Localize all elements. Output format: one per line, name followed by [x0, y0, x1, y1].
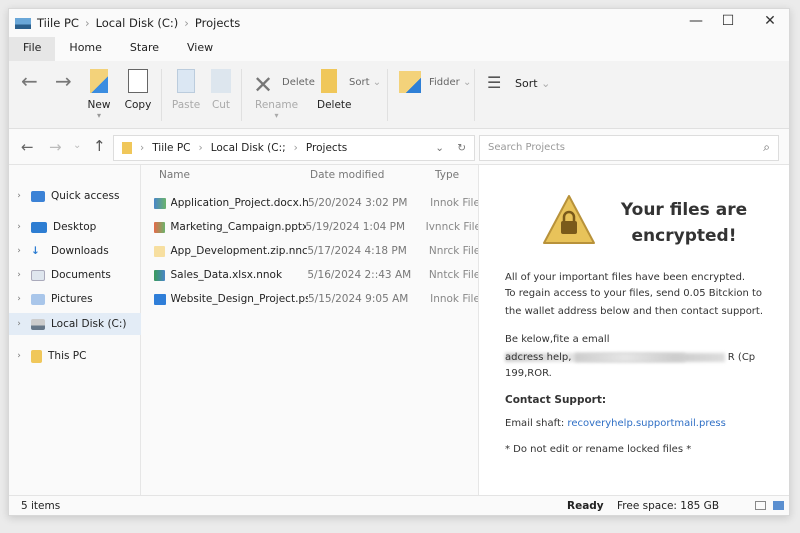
sidebar-item-local-disk[interactable]: › Local Disk (C:): [9, 313, 141, 335]
ransom-title: Your files are encrypted!: [620, 200, 748, 246]
status-ready: Ready: [567, 500, 604, 512]
clipboard-icon: [128, 69, 148, 93]
search-icon: ⌕: [763, 140, 770, 154]
file-row[interactable]: Application_Project.docx.hnols5/20/2024 …: [154, 193, 478, 213]
cut-button[interactable]: Cut: [207, 69, 235, 111]
copy-label: Copy: [124, 99, 152, 111]
zip-file-icon: [154, 245, 166, 257]
title-crumb: Projects: [194, 16, 241, 30]
ribbon: ← → New ▾ Copy Paste Cut ✕ Delete Rename ▾…: [9, 61, 789, 129]
sidebar-item-pictures[interactable]: › Pictures: [9, 288, 141, 310]
address-path[interactable]: › Tiile PC › Local Disk (C:; › Projects ⌄ ↻: [113, 135, 475, 161]
file-row[interactable]: Website_Design_Project.psd: 5/15/2024 9:0…: [154, 289, 478, 309]
column-header-name[interactable]: Name: [159, 169, 190, 181]
delete-small-button[interactable]: Delete: [282, 77, 315, 88]
tab-file[interactable]: File: [9, 37, 56, 61]
file-row[interactable]: Sales_Data.xlsx.nnok 5/16/2024 2::43 AM Nn…: [154, 265, 478, 285]
folder-icon: [122, 142, 132, 154]
drive-icon: [31, 318, 45, 330]
file-row[interactable]: App_Development.zip.nncs 5/17/2024 4:18 P…: [154, 241, 478, 261]
copy-button[interactable]: Copy: [123, 69, 153, 111]
maximize-button[interactable]: ☐: [713, 13, 743, 33]
file-explorer-window: Tiile PC › Local Disk (C:) › Projects — ☐ …: [8, 8, 790, 516]
search-input[interactable]: Search Projects ⌕: [479, 135, 779, 161]
folder-button[interactable]: Fidder ⌄: [429, 77, 471, 88]
documents-icon: [31, 269, 45, 281]
sidebar-item-downloads[interactable]: › ↓ Downloads: [9, 240, 141, 262]
column-header-type[interactable]: Type: [435, 169, 459, 181]
drive-icon: [15, 17, 31, 29]
ransom-note: * Do not edit or rename locked files *: [505, 444, 692, 455]
title-crumb: Tiile PC: [37, 16, 79, 30]
sidebar-item-desktop[interactable]: › Desktop: [9, 216, 141, 238]
wallet-paragraph: 199,ROR.: [505, 368, 552, 379]
presentation-file-icon: [154, 221, 166, 233]
refresh-icon[interactable]: ↻: [457, 142, 466, 154]
new-button[interactable]: New ▾: [85, 69, 113, 120]
folder-icon: [321, 69, 337, 93]
minimize-button[interactable]: —: [681, 13, 711, 33]
pc-icon: [31, 349, 42, 363]
ransom-text: To regain access to your files, send 0.0…: [505, 288, 763, 299]
sort-small-button[interactable]: Sort ⌄: [349, 77, 381, 88]
pictures-icon: [31, 293, 45, 305]
up-arrow-icon[interactable]: ↑: [93, 137, 106, 155]
desktop-icon: [31, 221, 47, 233]
address-bar-row: ← → ⌄ ↑ › Tiile PC › Local Disk (C:; › Proj…: [9, 131, 789, 165]
paste-button[interactable]: Paste: [171, 69, 201, 111]
path-crumb[interactable]: Projects: [306, 142, 347, 154]
email-link[interactable]: recoveryhelp.supportmail.press: [567, 418, 725, 429]
file-row[interactable]: Marketing_Campaign.pptx 5/19/2024 1:04 PM…: [154, 217, 478, 237]
download-icon: ↓: [31, 245, 40, 257]
forward-icon[interactable]: →: [49, 138, 62, 156]
sidebar-item-quick-access[interactable]: › Quick access: [9, 185, 141, 207]
path-crumb[interactable]: Local Disk (C:;: [211, 142, 286, 154]
cut-icon: [211, 69, 231, 93]
paste-icon: [177, 69, 195, 93]
sort-button[interactable]: Sort ⌄: [515, 77, 550, 90]
sort-lines-icon: ☰: [487, 73, 502, 92]
tab-view[interactable]: View: [173, 37, 227, 61]
delete-button[interactable]: Delete: [317, 99, 352, 111]
title-crumb: Local Disk (C:): [95, 16, 179, 30]
ribbon-tabs: File Home Stare View: [9, 37, 227, 61]
path-crumb[interactable]: Tiile PC: [152, 142, 190, 154]
column-header-date[interactable]: Date modified: [310, 169, 384, 181]
details-view-icon[interactable]: [755, 501, 766, 510]
back-arrow-icon[interactable]: ←: [21, 69, 38, 93]
title-bar: Tiile PC › Local Disk (C:) › Projects: [9, 9, 789, 37]
back-icon[interactable]: ←: [21, 138, 34, 156]
sidebar-item-this-pc[interactable]: › This PC: [9, 345, 141, 367]
item-count: 5 items: [21, 500, 61, 512]
tab-home[interactable]: Home: [55, 37, 115, 61]
folder-move-icon: [399, 71, 421, 93]
star-icon: [31, 190, 45, 202]
path-dropdown-icon[interactable]: ⌄: [435, 142, 444, 154]
delete-x-icon[interactable]: ✕: [253, 71, 273, 99]
file-list: Name Date modified Type Application_Proj…: [142, 165, 478, 495]
sidebar-item-documents[interactable]: › Documents: [9, 264, 141, 286]
free-space: Free space: 185 GB: [617, 500, 720, 512]
forward-arrow-icon[interactable]: →: [55, 69, 72, 93]
recent-chevron-icon[interactable]: ⌄: [73, 140, 81, 151]
email-label: Email shaft:: [505, 418, 565, 429]
design-file-icon: [154, 293, 166, 305]
tab-share[interactable]: Stare: [116, 37, 173, 61]
rename-button[interactable]: Rename ▾: [255, 99, 298, 120]
image-file-icon: [154, 197, 166, 209]
tiles-view-icon[interactable]: [773, 501, 784, 510]
new-label: New: [87, 99, 111, 111]
close-button[interactable]: ✕: [755, 13, 785, 33]
ransom-note-panel: Your files are encrypted! All of your im…: [478, 165, 789, 495]
rename-label: Rename: [255, 99, 299, 111]
navigation-pane: › Quick access › Desktop › ↓ Downloads › Docu…: [9, 165, 141, 495]
spreadsheet-file-icon: [154, 269, 166, 281]
status-bar: 5 items Ready Free space: 185 GB: [9, 495, 789, 516]
paste-label: Paste: [171, 99, 201, 111]
cut-label: Cut: [211, 99, 231, 111]
ransom-text: the wallet address below and then contac…: [505, 306, 764, 317]
new-folder-icon: [90, 69, 108, 93]
contact-heading: Contact Support:: [505, 394, 607, 406]
